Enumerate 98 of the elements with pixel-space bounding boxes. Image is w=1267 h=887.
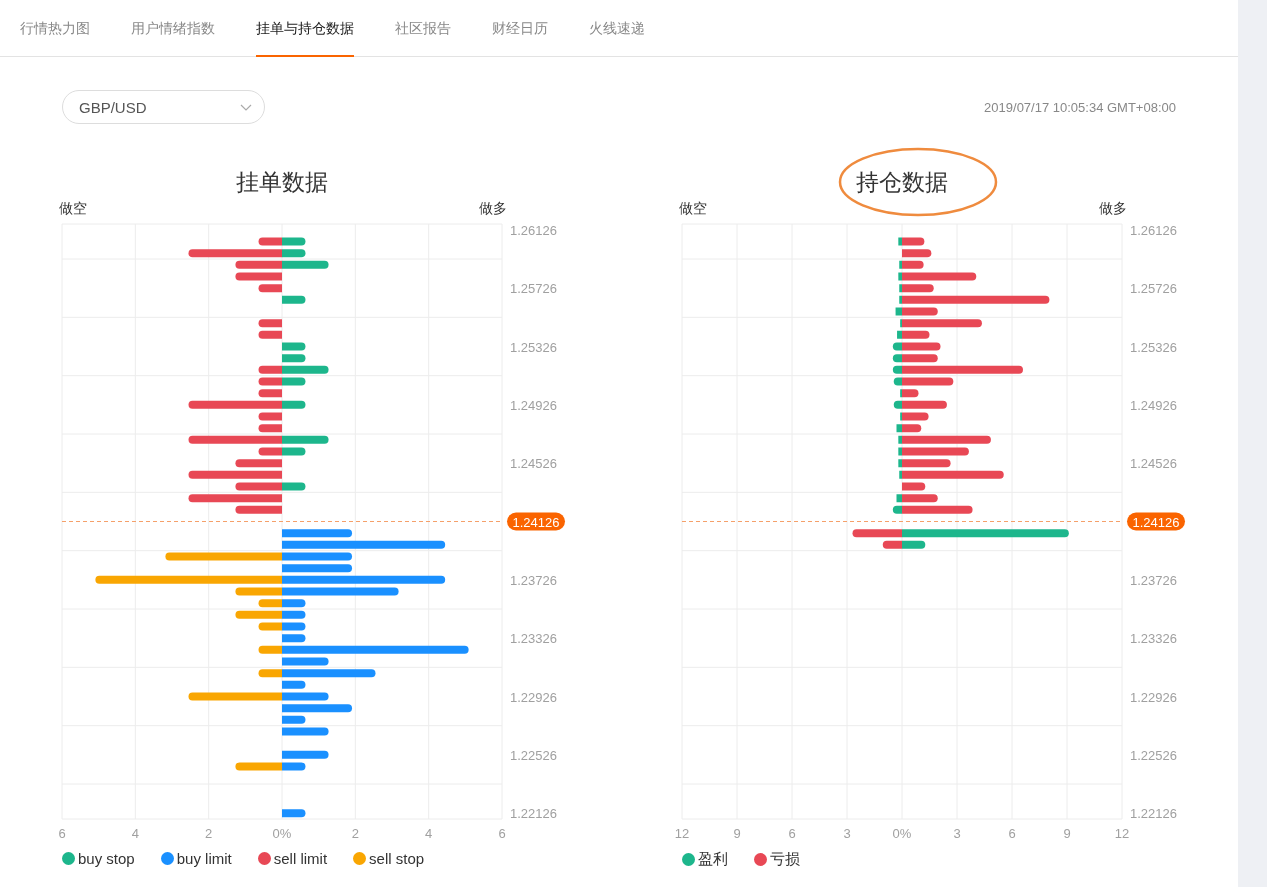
price-label: 1.22526 bbox=[510, 747, 557, 763]
price-label: 1.22526 bbox=[1130, 747, 1177, 763]
chart-title: 挂单数据 bbox=[236, 167, 328, 197]
price-label: 1.22126 bbox=[1130, 806, 1177, 822]
price-label: 1.25726 bbox=[1130, 281, 1177, 297]
bar bbox=[902, 482, 926, 491]
nav-tab[interactable]: 社区报告 bbox=[395, 0, 451, 57]
axis-label: 3 bbox=[953, 826, 961, 841]
bar bbox=[235, 459, 282, 468]
price-label: 1.23726 bbox=[510, 572, 557, 588]
y-tick-label: 1.24126 bbox=[512, 514, 560, 530]
bar bbox=[235, 260, 282, 269]
axis-label: 6 bbox=[788, 826, 796, 841]
long-label: 做多 bbox=[1099, 200, 1127, 218]
chevron-down-icon bbox=[240, 103, 252, 111]
bar bbox=[258, 237, 282, 246]
price-label: 1.22926 bbox=[1130, 689, 1177, 705]
price-label: 1.24526 bbox=[510, 456, 557, 472]
bar bbox=[258, 377, 282, 386]
price-label: 1.23326 bbox=[510, 631, 557, 647]
bar bbox=[282, 715, 306, 724]
price-label: 1.23326 bbox=[1130, 631, 1177, 647]
bar bbox=[282, 680, 306, 689]
short-label: 做空 bbox=[59, 200, 87, 218]
bar bbox=[902, 540, 926, 549]
axis-label: 9 bbox=[1063, 826, 1071, 841]
bar bbox=[282, 622, 306, 631]
price-label: 1.22926 bbox=[510, 689, 557, 705]
axis-label: 4 bbox=[425, 826, 433, 841]
timestamp: 2019/07/17 10:05:34 GMT+08:00 bbox=[984, 99, 1176, 115]
bar bbox=[282, 529, 353, 538]
nav-tab[interactable]: 挂单与持仓数据 bbox=[256, 0, 354, 57]
bar bbox=[258, 389, 282, 398]
bar bbox=[282, 354, 306, 363]
bar bbox=[282, 237, 306, 246]
axis-label: 4 bbox=[131, 826, 139, 841]
bar bbox=[282, 634, 306, 643]
legend-label[interactable]: 亏损 bbox=[770, 850, 800, 869]
y-tick-label: 1.24126 bbox=[1132, 514, 1180, 530]
bar bbox=[235, 272, 282, 281]
price-label: 1.25326 bbox=[510, 339, 557, 355]
price-label: 1.23726 bbox=[1130, 572, 1177, 588]
price-label: 1.26126 bbox=[1130, 222, 1177, 238]
legend-label[interactable]: buy limit bbox=[176, 850, 232, 867]
bar bbox=[282, 447, 306, 456]
axis-label: 2 bbox=[351, 826, 359, 841]
price-label: 1.25726 bbox=[510, 281, 557, 297]
axis-label: 6 bbox=[1008, 826, 1016, 841]
nav-tab[interactable]: 行情热力图 bbox=[20, 0, 90, 57]
bar bbox=[282, 704, 353, 713]
bar bbox=[258, 330, 282, 339]
bar bbox=[258, 599, 282, 608]
axis-label: 0% bbox=[272, 826, 292, 841]
bar bbox=[258, 447, 282, 456]
legend-label[interactable]: sell limit bbox=[273, 850, 328, 867]
price-label: 1.22126 bbox=[510, 806, 557, 822]
price-label: 1.26126 bbox=[510, 222, 557, 238]
bar bbox=[282, 599, 306, 608]
bar bbox=[282, 750, 329, 759]
bar bbox=[235, 505, 282, 514]
bar bbox=[282, 564, 353, 573]
chart-title: 持仓数据 bbox=[856, 167, 948, 197]
bar bbox=[282, 342, 306, 351]
bar bbox=[282, 377, 306, 386]
axis-label: 0% bbox=[892, 826, 912, 841]
nav-tab[interactable]: 财经日历 bbox=[492, 0, 548, 57]
bar bbox=[258, 284, 282, 293]
axis-label: 9 bbox=[733, 826, 741, 841]
bar bbox=[282, 295, 306, 304]
current-price-badge: 1.24126 bbox=[507, 512, 565, 531]
bar bbox=[282, 809, 306, 818]
axis-label: 6 bbox=[498, 826, 506, 841]
bar bbox=[258, 622, 282, 631]
nav-tab[interactable]: 火线速递 bbox=[589, 0, 645, 57]
bar bbox=[282, 727, 329, 736]
bar bbox=[258, 319, 282, 328]
bar bbox=[882, 540, 902, 549]
axis-label: 2 bbox=[205, 826, 213, 841]
price-label: 1.24526 bbox=[1130, 456, 1177, 472]
axis-label: 12 bbox=[1114, 826, 1130, 841]
legend-label[interactable]: buy stop bbox=[78, 850, 135, 867]
price-label: 1.24926 bbox=[1130, 397, 1177, 413]
bar bbox=[282, 657, 329, 666]
current-price-badge: 1.24126 bbox=[1127, 512, 1185, 531]
axis-label: 12 bbox=[675, 826, 690, 841]
bar bbox=[902, 249, 932, 258]
axis-label: 3 bbox=[843, 826, 851, 841]
short-label: 做空 bbox=[679, 200, 707, 218]
price-label: 1.24926 bbox=[510, 397, 557, 413]
bar bbox=[282, 260, 329, 269]
legend-label[interactable]: sell stop bbox=[369, 850, 425, 867]
bar bbox=[258, 412, 282, 421]
legend-label[interactable]: 盈利 bbox=[698, 850, 728, 869]
axis-label: 6 bbox=[58, 826, 66, 841]
long-label: 做多 bbox=[479, 200, 507, 218]
price-label: 1.25326 bbox=[1130, 339, 1177, 355]
bar bbox=[258, 424, 282, 433]
nav-tab[interactable]: 用户情绪指数 bbox=[131, 0, 215, 57]
